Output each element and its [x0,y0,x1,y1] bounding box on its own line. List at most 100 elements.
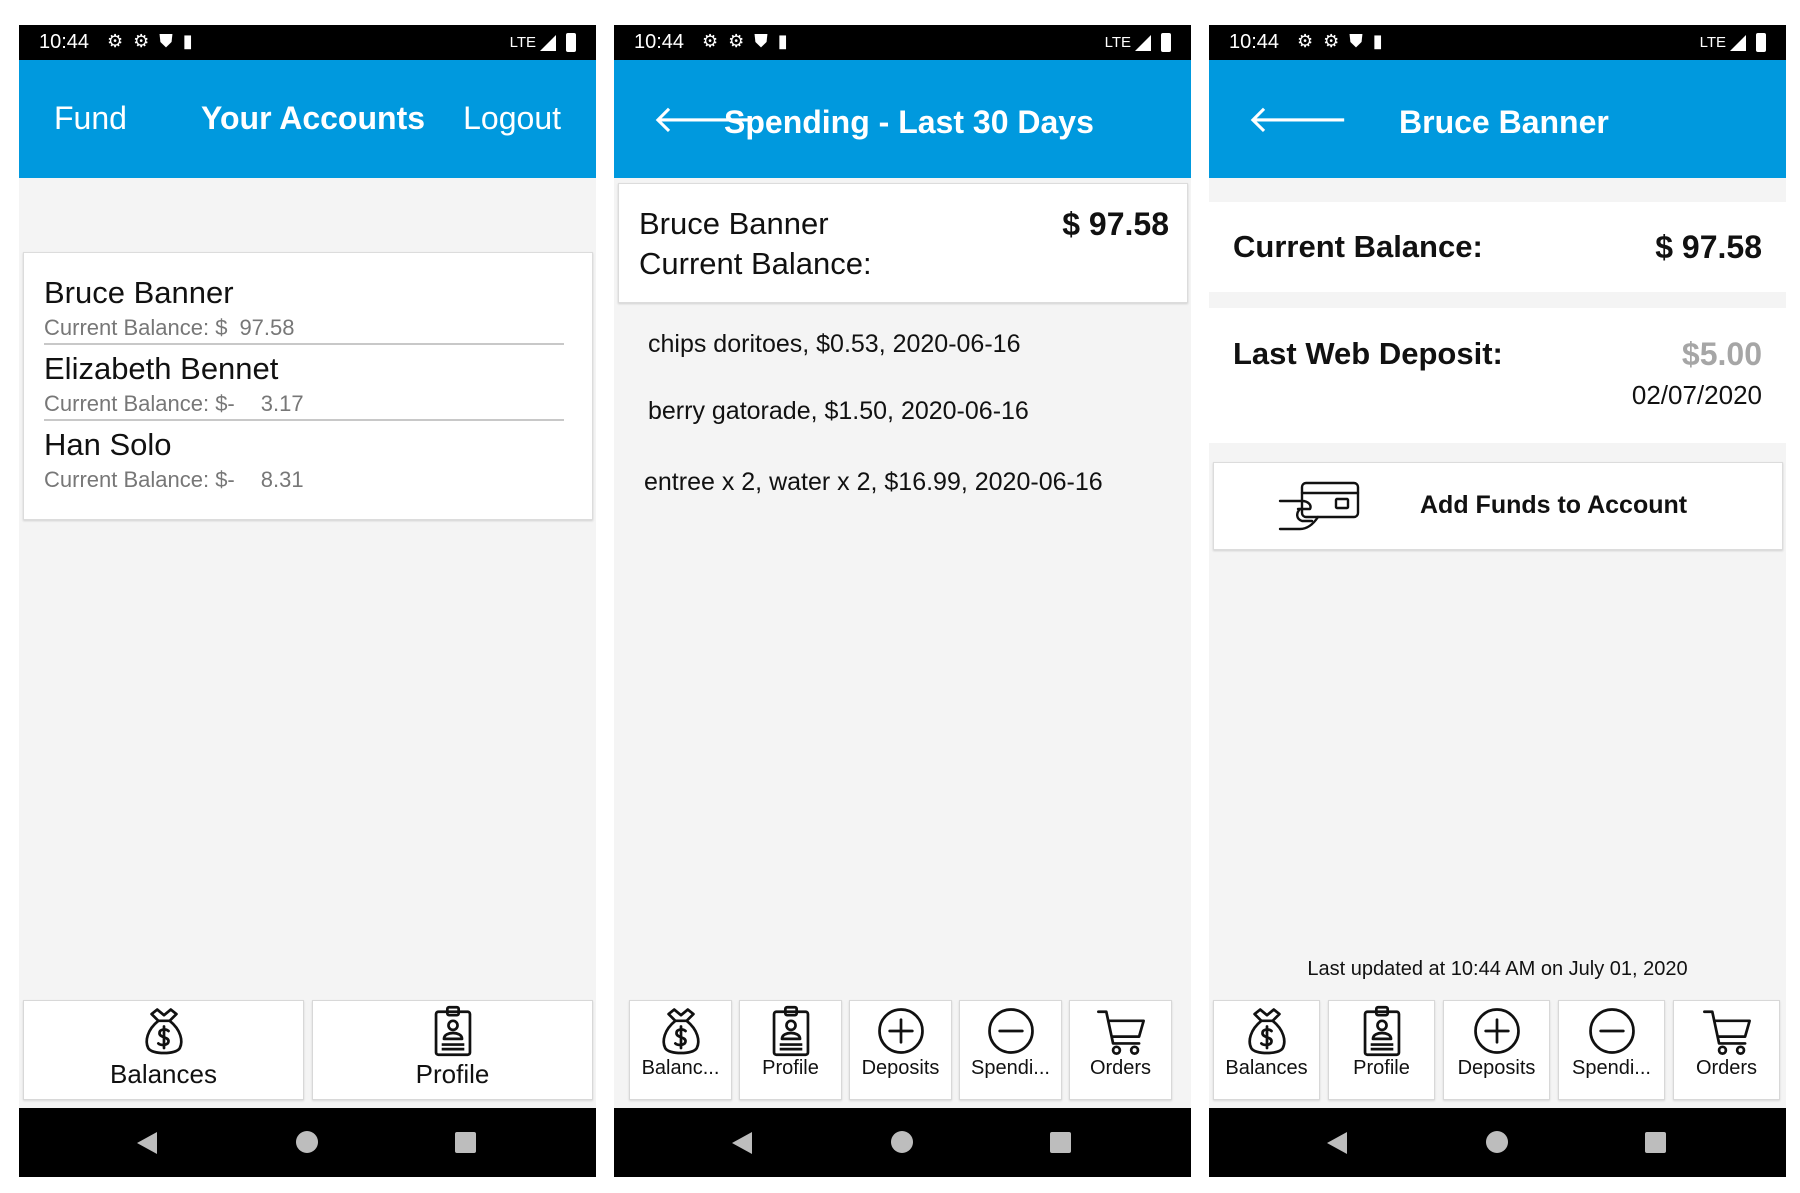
nav-profile[interactable]: Profile [739,1000,842,1100]
notification-icons: ⚙⚙⛊▮ [107,31,203,51]
nav-label: Orders [1695,1057,1758,1079]
nav-orders[interactable]: Orders [1673,1000,1780,1100]
add-funds-button[interactable]: Add Funds to Account [1213,462,1783,550]
nav-label: Orders [1089,1057,1152,1079]
balance-label: Current Balance: $ [44,315,228,340]
transaction-item: entree x 2, water x 2, $16.99, 2020-06-1… [644,468,1103,496]
page-title: Your Accounts [201,100,426,136]
account-name: Bruce Banner [44,275,234,310]
network-indicator: LTE [1105,33,1171,52]
last-deposit-date: 02/07/2020 [1631,380,1762,410]
fund-link[interactable]: Fund [54,100,127,137]
signal-icon [1135,34,1151,51]
nav-deposits[interactable]: Deposits [1443,1000,1550,1100]
balance-card: Bruce Banner Current Balance: $ 97.58 [618,183,1188,303]
nav-spending[interactable]: Spendi... [1558,1000,1665,1100]
status-time: 10:44 [39,31,90,53]
system-nav-bar [1209,1108,1786,1177]
nav-balances[interactable]: Balanc... [629,1000,732,1100]
status-time: 10:44 [1229,31,1280,53]
id-badge-icon [434,1005,471,1057]
current-balance-row: Current Balance: $ 97.58 [1209,202,1786,292]
back-icon[interactable] [732,1132,752,1154]
back-icon[interactable] [1327,1132,1347,1154]
app-bar: Fund Your Accounts Logout [19,60,596,178]
cart-icon [1702,1010,1751,1055]
balance-amount: $ 97.58 [1062,206,1169,242]
money-bag-icon [661,1008,700,1055]
account-item[interactable]: Elizabeth Bennet Current Balance: $- 3.1… [44,351,564,421]
current-balance-label: Current Balance: [1233,229,1483,264]
nav-balances[interactable]: Balances [1213,1000,1320,1100]
account-name: Bruce Banner [639,206,829,241]
account-balance: Current Balance: $- 8.31 [44,467,564,493]
nav-profile[interactable]: Profile [312,1000,593,1100]
back-arrow-icon[interactable]: 🡐 [1247,96,1349,142]
app-bar: 🡐 Spending - Last 30 Days [614,60,1191,178]
notification-icons: ⚙⚙⛊▮ [702,31,798,51]
nav-spending[interactable]: Spendi... [959,1000,1062,1100]
home-icon[interactable] [891,1131,913,1153]
logout-link[interactable]: Logout [463,100,561,137]
bottom-nav: Balances Profile [19,1000,596,1100]
battery-icon [566,33,576,52]
balance-label: Current Balance: $- [44,467,235,492]
accounts-screen: 10:44 ⚙⚙⛊▮ LTE Fund Your Accounts Logout… [19,25,596,1177]
transaction-item: chips doritoes, $0.53, 2020-06-16 [648,330,1021,358]
status-bar: 10:44 ⚙⚙⛊▮ LTE [614,25,1191,60]
nav-balances[interactable]: Balances [23,1000,304,1100]
account-name: Elizabeth Bennet [44,351,279,386]
battery-icon [1161,33,1171,52]
nav-profile[interactable]: Profile [1328,1000,1435,1100]
last-deposit-amount: $5.00 [1681,336,1762,372]
bottom-nav: Balances Profile Deposits Spendi... Orde… [1209,1000,1786,1100]
money-bag-icon [1247,1008,1286,1055]
bottom-nav: Balanc... Profile Deposits Spendi... Ord… [614,1000,1191,1100]
money-bag-icon [144,1008,183,1055]
network-indicator: LTE [1700,33,1766,52]
nav-label: Spendi... [971,1057,1050,1079]
id-badge-icon [772,1005,809,1057]
minus-circle-icon [1588,1008,1635,1054]
nav-label: Balanc... [641,1057,720,1079]
signal-icon [540,34,556,51]
minus-circle-icon [987,1008,1034,1054]
nav-label: Profile [415,1059,490,1089]
home-icon[interactable] [296,1131,318,1153]
divider [44,419,564,421]
cart-icon [1096,1010,1145,1055]
recent-apps-icon[interactable] [1645,1132,1666,1153]
recent-apps-icon[interactable] [455,1132,476,1153]
balance-value: 8.31 [260,467,304,492]
status-time: 10:44 [634,31,685,53]
last-deposit-label: Last Web Deposit: [1233,336,1503,371]
add-funds-label: Add Funds to Account [1420,491,1688,519]
network-indicator: LTE [510,33,576,52]
account-item[interactable]: Han Solo Current Balance: $- 8.31 [44,427,564,493]
last-deposit-row: Last Web Deposit: $5.00 02/07/2020 [1209,308,1786,443]
nav-label: Deposits [1457,1057,1536,1079]
system-nav-bar [614,1108,1191,1177]
nav-label: Profile [1353,1057,1410,1079]
app-bar: 🡐 Bruce Banner [1209,60,1786,178]
back-icon[interactable] [137,1132,157,1154]
current-balance-amount: $ 97.58 [1655,229,1762,265]
nav-orders[interactable]: Orders [1069,1000,1172,1100]
network-label: LTE [1699,34,1726,51]
home-icon[interactable] [1486,1131,1508,1153]
battery-icon [1756,33,1766,52]
balance-value: 3.17 [260,391,304,416]
nav-label: Profile [762,1057,819,1079]
nav-deposits[interactable]: Deposits [849,1000,952,1100]
recent-apps-icon[interactable] [1050,1132,1071,1153]
signal-icon [1730,34,1746,51]
balance-value: 97.58 [239,315,295,340]
nav-label: Balances [1225,1057,1308,1079]
last-updated-text: Last updated at 10:44 AM on July 01, 202… [1307,958,1688,980]
balance-label: Current Balance: [639,246,872,281]
account-item[interactable]: Bruce Banner Current Balance: $ 97.58 [44,275,564,345]
nav-label: Balances [110,1059,217,1089]
accounts-list: Bruce Banner Current Balance: $ 97.58 El… [23,252,593,520]
nav-label: Deposits [861,1057,940,1079]
plus-circle-icon [1473,1008,1520,1054]
